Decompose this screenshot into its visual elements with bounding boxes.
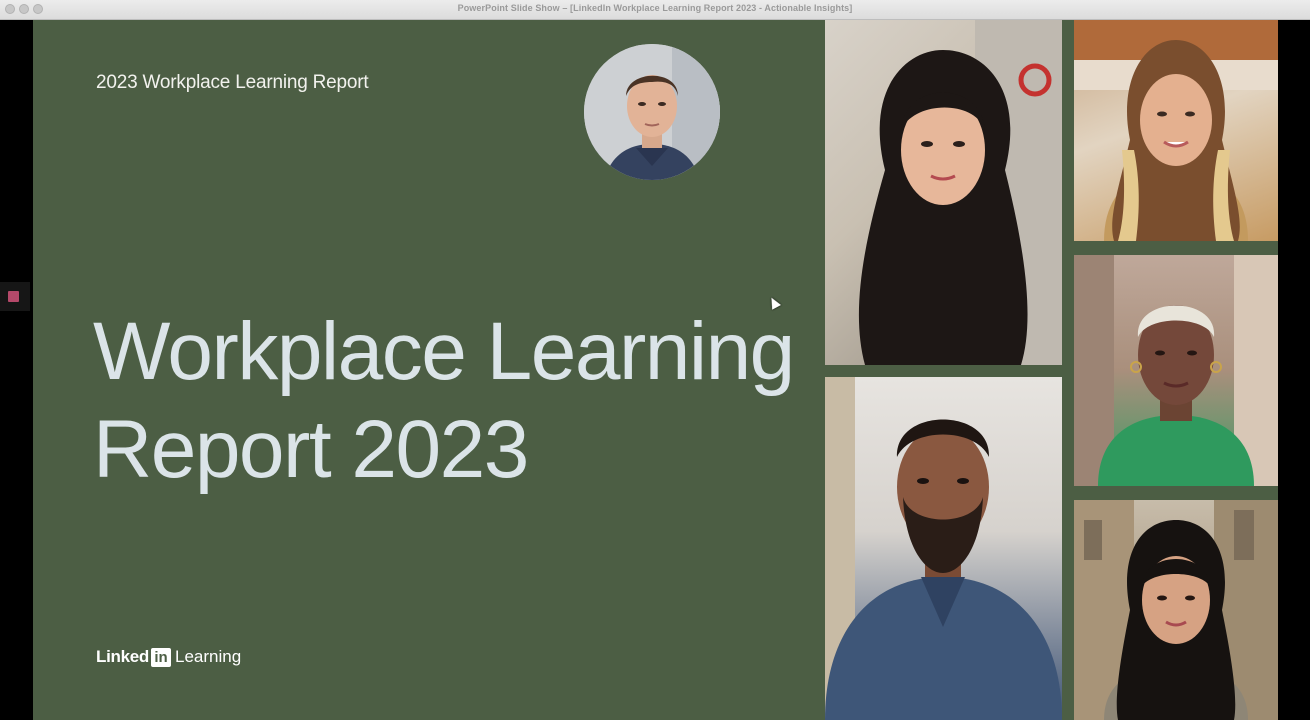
- slide-headline: Workplace Learning Report 2023: [93, 303, 795, 499]
- logo-in-badge: in: [151, 647, 171, 667]
- portrait-photo-woman-long-hair: [825, 20, 1062, 365]
- slide[interactable]: 2023 Workplace Learning Report Workplace…: [33, 20, 1278, 720]
- logo-learning-text: Learning: [175, 647, 242, 666]
- logo-linked-text: Linked: [96, 647, 149, 666]
- title-bar[interactable]: PowerPoint Slide Show – [LinkedIn Workpl…: [0, 0, 1310, 20]
- portrait-photo-man-beard: [825, 377, 1062, 720]
- presenter-photo: [584, 44, 720, 180]
- window-title: PowerPoint Slide Show – [LinkedIn Workpl…: [457, 3, 853, 13]
- recording-indicator-icon: [8, 291, 19, 302]
- presenter-webcam: [584, 44, 720, 180]
- portrait-photo-woman-short-hair: [1074, 255, 1278, 486]
- linkedin-learning-logo: Linked in Learning: [96, 646, 241, 668]
- portrait-photo-woman-bangs: [1074, 500, 1278, 720]
- headline-line-1: Workplace Learning: [93, 305, 795, 397]
- slide-show-window: PowerPoint Slide Show – [LinkedIn Workpl…: [0, 0, 1310, 720]
- portrait-photo-woman-blonde: [1074, 20, 1278, 241]
- headline-line-2: Report 2023: [93, 403, 529, 495]
- report-label: 2023 Workplace Learning Report: [96, 72, 369, 93]
